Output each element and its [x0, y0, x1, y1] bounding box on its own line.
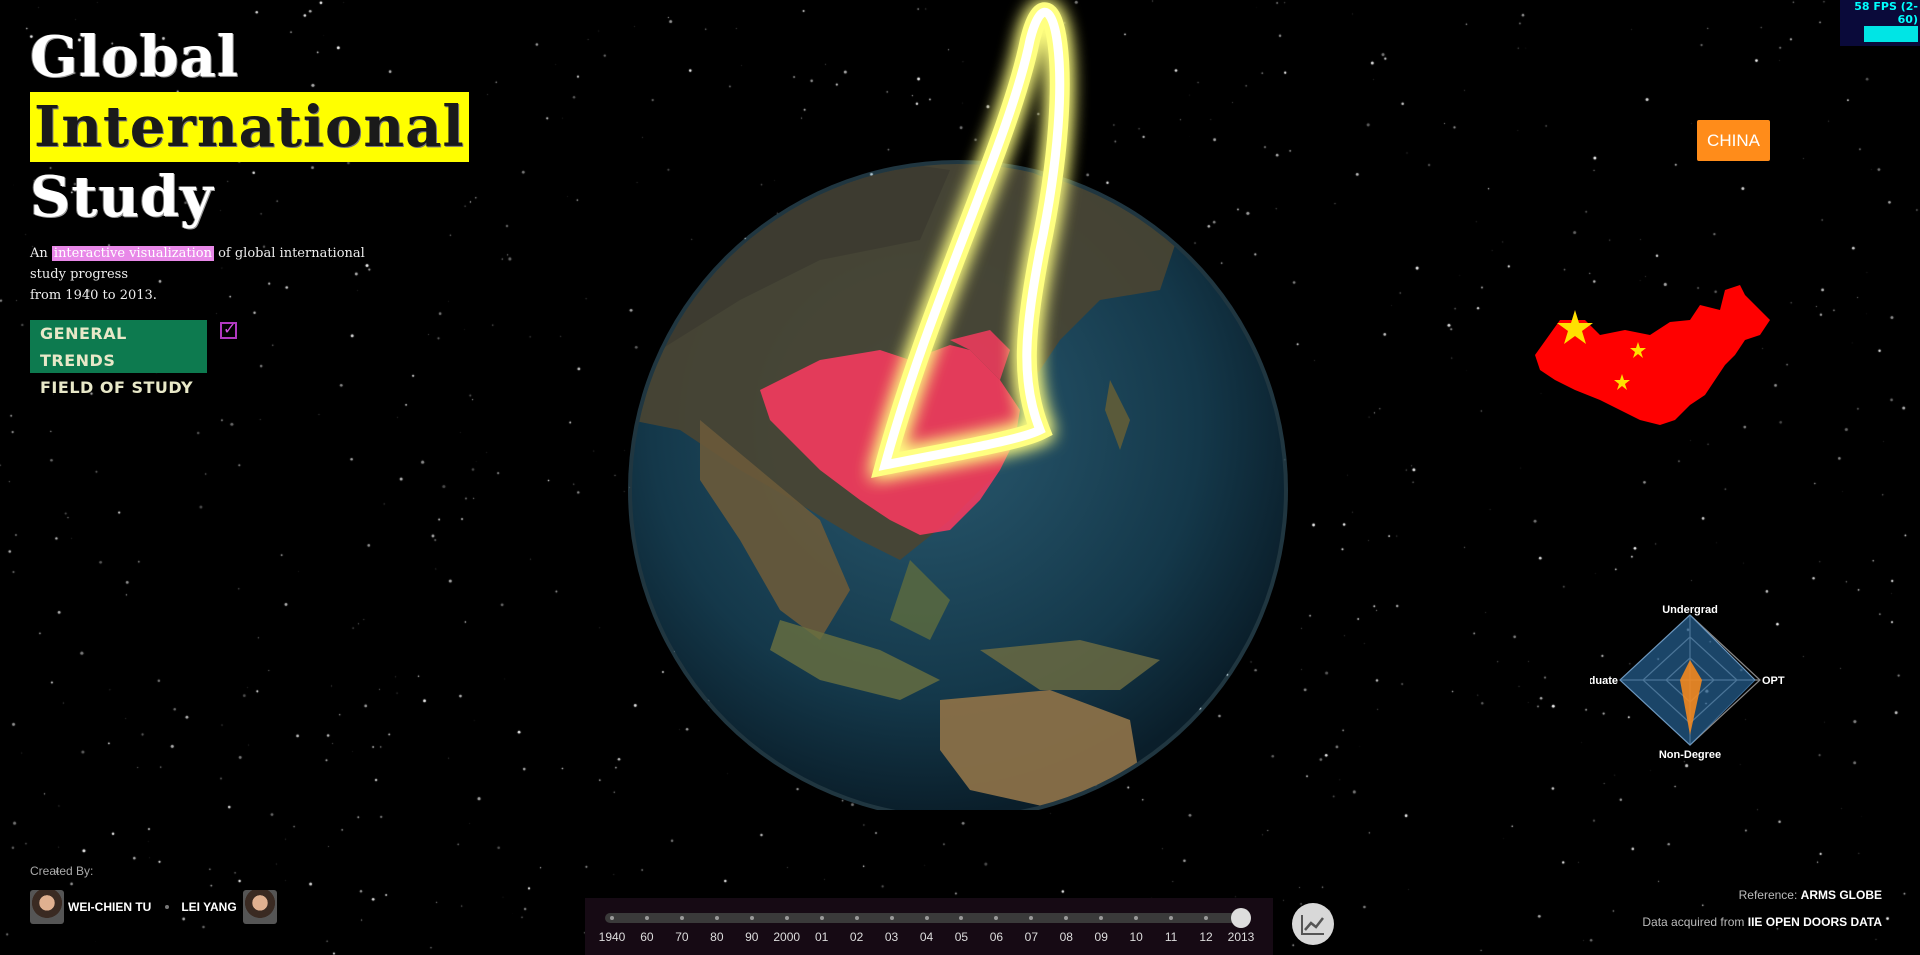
radar-axis-label: Graduate	[1590, 675, 1618, 687]
china-shape	[1535, 285, 1770, 425]
timeline-tick	[854, 916, 859, 920]
avatar	[30, 890, 64, 924]
subtitle-line2: from 1940 to 2013.	[30, 288, 157, 303]
app-title: Global International Study	[30, 22, 469, 232]
radar-axis-label: Non-Degree	[1659, 749, 1721, 761]
subtitle: An interactive visualization of global i…	[30, 243, 370, 306]
menu-item-field-of-study[interactable]: FIELD OF STUDY	[30, 374, 207, 401]
timeline-year-12[interactable]: 07	[1025, 930, 1038, 944]
timeline-year-3[interactable]: 80	[710, 930, 723, 944]
timeline-tick	[819, 916, 824, 920]
timeline-tick	[924, 916, 929, 920]
timeline-year-5[interactable]: 2000	[773, 930, 800, 944]
timeline-year-0[interactable]: 1940	[599, 930, 626, 944]
title-line-3: Study	[30, 164, 214, 230]
timeline-tick	[679, 916, 684, 920]
country-button[interactable]: CHINA	[1697, 120, 1770, 161]
fps-text: 58 FPS (2-60)	[1854, 0, 1918, 26]
radar-chart: Undergrad OPT Non-Degree Graduate	[1590, 604, 1785, 761]
china-flag-map	[1535, 285, 1770, 425]
timeline-year-6[interactable]: 01	[815, 930, 828, 944]
view-menu: GENERAL TRENDS FIELD OF STUDY	[30, 320, 207, 397]
timeline-tick	[889, 916, 894, 920]
trend-chart-button[interactable]	[1292, 903, 1334, 945]
radar-axis-label: OPT	[1762, 675, 1785, 687]
credits-label: Created By:	[30, 864, 94, 878]
view-checkbox[interactable]	[220, 319, 237, 339]
timeline-year-10[interactable]: 05	[955, 930, 968, 944]
fps-graph	[1864, 26, 1918, 42]
ref-link[interactable]: ARMS GLOBE	[1801, 888, 1882, 902]
timeline-tick	[610, 916, 614, 920]
globe[interactable]	[620, 0, 1300, 810]
timeline-tick	[714, 916, 719, 920]
timeline-year-1[interactable]: 60	[640, 930, 653, 944]
timeline-tick	[749, 916, 754, 920]
timeline-year-14[interactable]: 09	[1095, 930, 1108, 944]
timeline-year-2[interactable]: 70	[675, 930, 688, 944]
timeline-years: 1940 60 70 80 90 2000 01 02 03 04 05 06 07 08 09 10 11 12…	[585, 930, 1273, 950]
subtitle-pre: An	[30, 246, 48, 261]
timeline-year-16[interactable]: 11	[1165, 930, 1177, 944]
creator-name: LEI YANG	[181, 900, 237, 914]
timeline-year-4[interactable]: 90	[745, 930, 758, 944]
timeline-year-17[interactable]: 12	[1199, 930, 1212, 944]
data-label: Data acquired from	[1642, 915, 1745, 929]
references: Reference: ARMS GLOBE Data acquired from…	[1642, 882, 1882, 936]
timeline-handle[interactable]	[1231, 908, 1251, 928]
timeline-year-11[interactable]: 06	[990, 930, 1003, 944]
creators: WEI-CHIEN TU LEI YANG	[30, 890, 277, 924]
data-link[interactable]: IIE OPEN DOORS DATA	[1748, 915, 1882, 929]
timeline-year-8[interactable]: 03	[885, 930, 898, 944]
timeline-year-7[interactable]: 02	[850, 930, 863, 944]
line-chart-icon	[1301, 915, 1324, 935]
timeline-year-15[interactable]: 10	[1129, 930, 1142, 944]
timeline-year-9[interactable]: 04	[920, 930, 933, 944]
separator-dot	[165, 905, 170, 909]
fps-meter: 58 FPS (2-60)	[1840, 0, 1920, 46]
timeline-year-18[interactable]: 2013	[1228, 930, 1255, 944]
radar-axis-label: Undergrad	[1662, 604, 1718, 616]
timeline-year-13[interactable]: 08	[1060, 930, 1073, 944]
menu-item-general-trends[interactable]: GENERAL TRENDS	[30, 320, 207, 374]
subtitle-highlight: interactive visualization	[51, 246, 214, 261]
avatar	[242, 890, 277, 924]
title-line-1: Global	[30, 24, 240, 90]
year-timeline: 1940 60 70 80 90 2000 01 02 03 04 05 06 07 08 09 10 11 12…	[585, 898, 1273, 955]
timeline-tick	[784, 916, 789, 920]
ref-label: Reference:	[1738, 888, 1798, 902]
timeline-tick	[644, 916, 649, 920]
creator-name: WEI-CHIEN TU	[68, 900, 152, 914]
title-line-2: International	[30, 92, 469, 162]
